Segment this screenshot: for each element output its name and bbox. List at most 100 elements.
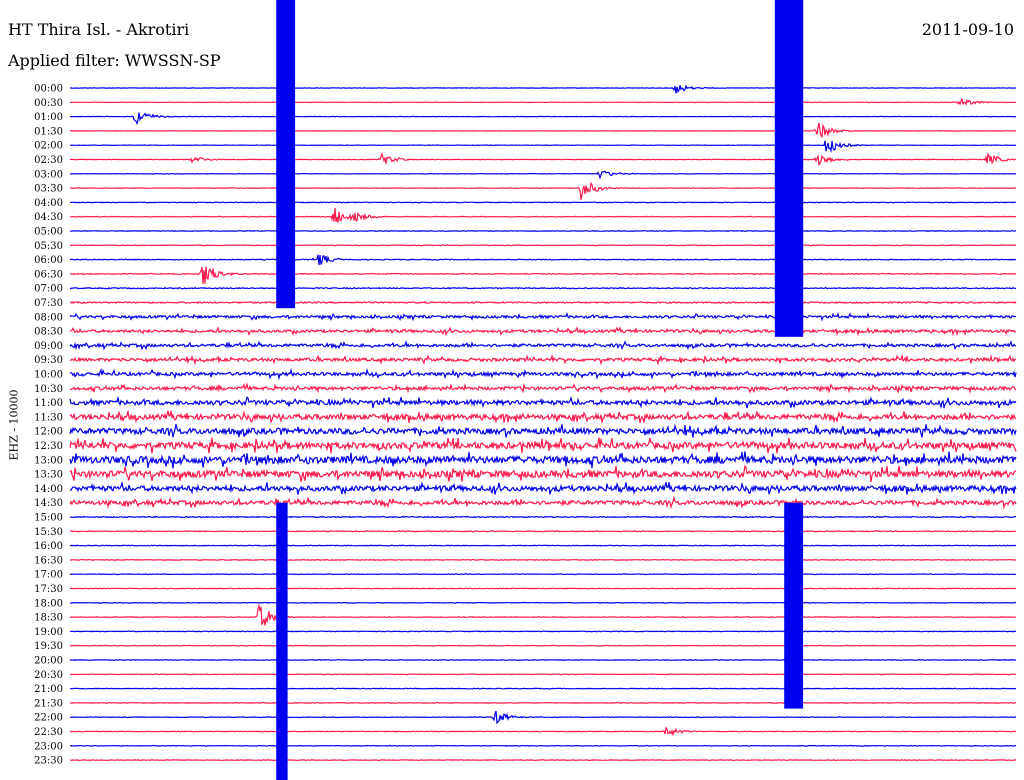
trace-line (70, 140, 1017, 153)
time-tick-label: 00:30 (34, 98, 63, 109)
trace-line (69, 254, 1017, 266)
time-tick-label: 22:00 (34, 713, 63, 724)
time-tick-label: 19:00 (34, 627, 63, 638)
time-tick-label: 08:30 (34, 327, 63, 338)
trace-line (69, 311, 1017, 322)
trace-line (69, 573, 1016, 576)
trace-line (69, 630, 1017, 633)
trace-line (69, 353, 1017, 366)
time-tick-label: 23:30 (34, 756, 63, 767)
time-tick-label: 04:30 (34, 212, 63, 223)
time-tick-label: 14:00 (34, 484, 63, 495)
time-tick-label: 01:00 (34, 112, 63, 123)
trace-line (69, 300, 1017, 305)
time-tick-label: 14:30 (34, 498, 63, 509)
time-tick-label: 11:00 (34, 398, 63, 409)
time-tick-label: 00:00 (34, 84, 63, 95)
trace-line (69, 687, 1017, 690)
time-tick-label: 18:30 (34, 613, 63, 624)
time-tick-label: 16:30 (34, 555, 63, 566)
time-tick-label: 03:00 (34, 169, 63, 180)
time-tick-label: 03:30 (34, 184, 63, 195)
trace-line (69, 396, 1017, 410)
trace-line (69, 644, 1017, 647)
trace-line (70, 151, 1017, 166)
time-tick-label: 21:00 (34, 684, 63, 695)
time-tick-label: 11:30 (34, 412, 63, 423)
trace-line (69, 122, 1017, 138)
time-tick-label: 07:30 (34, 298, 63, 309)
time-tick-label: 22:30 (34, 727, 63, 738)
time-tick-label: 09:00 (34, 341, 63, 352)
trace-line (69, 710, 1017, 725)
trace-line (69, 515, 1016, 519)
time-tick-label: 18:00 (34, 598, 63, 609)
trace-line (69, 266, 1017, 284)
trace-line (69, 558, 1017, 561)
trace-line (69, 286, 1017, 290)
time-tick-label: 12:00 (34, 427, 63, 438)
time-tick-label: 15:00 (34, 513, 63, 524)
time-tick-label: 13:00 (34, 455, 63, 466)
trace-line (69, 170, 1017, 180)
trace-line (69, 244, 1017, 247)
trace-line (69, 530, 1017, 533)
saturated-burst (774, 0, 804, 337)
time-tick-label: 20:30 (34, 670, 63, 681)
trace-line (69, 464, 1017, 483)
trace-line (70, 587, 1017, 590)
trace-line (69, 673, 1016, 676)
trace-line (69, 701, 1017, 704)
trace-line (70, 744, 1017, 747)
time-tick-label: 05:00 (34, 227, 63, 238)
saturated-burst (276, 0, 296, 309)
trace-line (69, 603, 1017, 627)
trace-line (69, 230, 1016, 232)
time-tick-label: 02:00 (34, 141, 63, 152)
trace-line (69, 112, 1017, 126)
trace-line (69, 601, 1017, 604)
time-tick-label: 20:00 (34, 656, 63, 667)
time-tick-label: 10:30 (34, 384, 63, 395)
trace-group (69, 0, 1017, 780)
trace-line (69, 325, 1017, 337)
saturated-burst (784, 502, 804, 709)
time-tick-label: 17:00 (34, 570, 63, 581)
trace-line (69, 659, 1017, 661)
time-tick-label: 04:00 (34, 198, 63, 209)
time-tick-label: 21:30 (34, 698, 63, 709)
trace-line (69, 759, 1016, 762)
trace-line (69, 367, 1017, 381)
time-tick-label: 06:30 (34, 269, 63, 280)
helicorder-plot: 00:00 00:30 01:00 01:30 02:00 02:30 03:00 03:30… (34, 0, 1017, 780)
time-tick-label: 06:00 (34, 255, 63, 266)
trace-line (69, 207, 1017, 223)
trace-line (69, 181, 1016, 200)
time-tick-label: 10:00 (34, 370, 63, 381)
time-tick-label: 15:30 (34, 527, 63, 538)
time-tick-label: 09:30 (34, 355, 63, 366)
trace-line (69, 451, 1017, 469)
saturated-burst (276, 502, 288, 780)
time-tick-label: 19:30 (34, 641, 63, 652)
trace-line (69, 726, 1017, 737)
trace-line (69, 437, 1017, 454)
trace-line (69, 480, 1017, 496)
time-label-group: 00:00 00:30 01:00 01:30 02:00 02:30 03:00 03:30… (34, 84, 63, 767)
trace-line (69, 382, 1017, 394)
time-tick-label: 13:30 (34, 470, 63, 481)
trace-line (69, 201, 1017, 204)
time-tick-label: 17:30 (34, 584, 63, 595)
time-tick-label: 07:00 (34, 284, 63, 295)
time-tick-label: 12:30 (34, 441, 63, 452)
time-tick-label: 02:30 (34, 155, 63, 166)
time-tick-label: 16:00 (34, 541, 63, 552)
trace-line (69, 410, 1017, 424)
trace-line (69, 97, 1017, 106)
trace-line (69, 84, 1017, 94)
time-tick-label: 08:00 (34, 312, 63, 323)
trace-line (69, 423, 1017, 438)
time-tick-label: 01:30 (34, 126, 63, 137)
trace-line (69, 495, 1017, 510)
time-tick-label: 23:00 (34, 741, 63, 752)
